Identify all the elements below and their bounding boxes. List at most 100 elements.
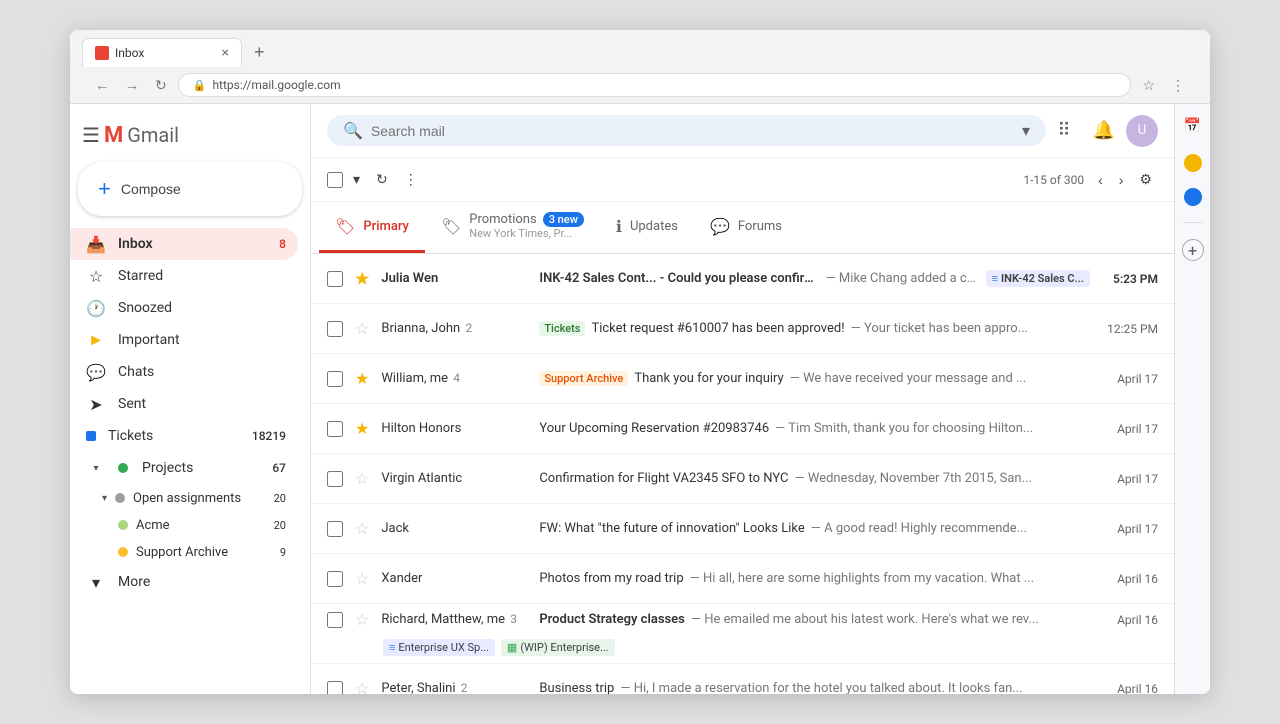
more-options-btn[interactable]: ⋮	[398, 166, 424, 193]
email-snippet: — Wednesday, November 7th 2015, San...	[794, 471, 1031, 486]
sidebar-item-support-archive[interactable]: Support Archive 9	[70, 538, 298, 566]
sidebar-item-sent[interactable]: ➤ Sent	[70, 388, 298, 420]
refresh-btn[interactable]: ↻	[370, 166, 394, 193]
tab-favicon	[95, 46, 109, 60]
email-snippet: — Tim Smith, thank you for choosing Hilt…	[775, 421, 1033, 436]
sidebar-item-acme[interactable]: Acme 20	[70, 512, 298, 538]
star-icon[interactable]: ☆	[355, 519, 369, 538]
sidebar-item-inbox[interactable]: 📥 Inbox 8	[70, 228, 298, 260]
email-checkbox[interactable]	[327, 271, 343, 287]
email-snippet: — Hi, I made a reservation for the hotel…	[620, 681, 1022, 694]
email-row[interactable]: ☆ Virgin Atlantic Confirmation for Fligh…	[311, 454, 1174, 504]
email-subject-area: Product Strategy classes — He emailed me…	[539, 612, 1090, 627]
email-time: April 16	[1098, 572, 1158, 586]
email-checkbox[interactable]	[327, 681, 343, 695]
prev-page-btn[interactable]: ‹	[1092, 167, 1109, 193]
calendar-icon[interactable]: 📅	[1181, 114, 1205, 138]
email-row[interactable]: ☆ Jack FW: What "the future of innovatio…	[311, 504, 1174, 554]
refresh-btn[interactable]: ↻	[150, 74, 172, 97]
select-all-checkbox[interactable]	[327, 172, 343, 188]
user-avatar[interactable]: U	[1126, 115, 1158, 147]
url-bar[interactable]: 🔒 https://mail.google.com	[178, 73, 1132, 97]
email-checkbox[interactable]	[327, 612, 343, 628]
tickets-icon	[86, 431, 96, 441]
email-checkbox[interactable]	[327, 521, 343, 537]
star-icon[interactable]: ★	[355, 269, 369, 288]
email-tag: Support Archive	[539, 371, 628, 386]
sidebar-item-snoozed[interactable]: 🕐 Snoozed	[70, 292, 298, 324]
mail-toolbar: ▾ ↻ ⋮ 1-15 of 300 ‹ › ⚙	[311, 158, 1174, 202]
search-bar[interactable]: 🔍 ▾	[327, 115, 1046, 146]
star-icon[interactable]: ☆	[355, 610, 369, 629]
settings-btn[interactable]: ⚙	[1133, 166, 1158, 193]
browser-menu-btn[interactable]: ⋮	[1166, 74, 1190, 97]
browser-tabs: Inbox × +	[82, 38, 1198, 67]
hamburger-menu[interactable]: ☰	[78, 119, 104, 152]
sidebar-item-projects[interactable]: ▾ Projects 67	[70, 452, 298, 484]
email-row[interactable]: ☆ Brianna, John 2 Tickets Ticket request…	[311, 304, 1174, 354]
browser-star-btn[interactable]: ☆	[1137, 74, 1160, 97]
tab-forums[interactable]: 💬 Forums	[694, 202, 798, 253]
next-page-btn[interactable]: ›	[1113, 167, 1130, 193]
chats-label: Chats	[118, 364, 286, 380]
email-snippet: — We have received your message and ...	[790, 371, 1027, 386]
gmail-app: ☰ M Gmail + Compose 📥 Inbox 8	[70, 104, 1210, 694]
compose-button[interactable]: + Compose	[78, 162, 302, 216]
sidebar-item-starred[interactable]: ☆ Starred	[70, 260, 298, 292]
active-tab[interactable]: Inbox ×	[82, 38, 242, 67]
email-checkbox[interactable]	[327, 421, 343, 437]
email-row[interactable]: ☆ Xander Photos from my road trip — Hi a…	[311, 554, 1174, 604]
browser-window: Inbox × + ← → ↻ 🔒 https://mail.google.co…	[70, 30, 1210, 694]
right-sidebar: 📅 +	[1174, 104, 1210, 694]
sidebar-item-important[interactable]: ► Important	[70, 324, 298, 356]
back-btn[interactable]: ←	[90, 74, 114, 96]
email-tag: Tickets	[539, 321, 585, 336]
star-icon[interactable]: ☆	[355, 469, 369, 488]
primary-tab-icon: 🏷	[335, 217, 355, 236]
search-input[interactable]	[371, 123, 1014, 139]
sidebar-item-open-assignments[interactable]: ▾ Open assignments 20	[70, 484, 298, 512]
email-snippet: — Hi all, here are some highlights from …	[690, 571, 1034, 586]
star-icon[interactable]: ★	[355, 419, 369, 438]
star-icon[interactable]: ☆	[355, 679, 369, 694]
tab-updates[interactable]: ℹ Updates	[600, 202, 694, 253]
email-subject: Ticket request #610007 has been approved…	[591, 321, 844, 336]
tab-promotions[interactable]: 🏷 Promotions 3 new New York Times, Pr...	[425, 202, 600, 253]
search-dropdown-icon[interactable]: ▾	[1022, 121, 1030, 140]
gmail-body: ☰ M Gmail + Compose 📥 Inbox 8	[70, 104, 1210, 694]
sidebar-item-tickets[interactable]: Tickets 18219	[70, 420, 298, 452]
forward-btn[interactable]: →	[120, 74, 144, 96]
email-row[interactable]: ★ Julia Wen INK-42 Sales Cont... - Could…	[311, 254, 1174, 304]
email-checkbox[interactable]	[327, 571, 343, 587]
email-row[interactable]: ☆ Peter, Shalini 2 Business trip — Hi, I…	[311, 664, 1174, 694]
star-icon[interactable]: ☆	[355, 569, 369, 588]
email-subject: Your Upcoming Reservation #20983746	[539, 421, 769, 436]
email-subject-area: FW: What "the future of innovation" Look…	[539, 521, 1090, 536]
select-dropdown-btn[interactable]: ▾	[347, 166, 366, 193]
keep-icon[interactable]	[1184, 188, 1202, 206]
star-icon[interactable]: ☆	[355, 319, 369, 338]
email-row[interactable]: ★ Hilton Honors Your Upcoming Reservatio…	[311, 404, 1174, 454]
sidebar-item-more[interactable]: ▾ More	[70, 566, 298, 598]
email-checkbox[interactable]	[327, 321, 343, 337]
email-subject-area: Tickets Ticket request #610007 has been …	[539, 321, 1090, 336]
new-tab-btn[interactable]: +	[246, 38, 273, 67]
email-checkbox[interactable]	[327, 471, 343, 487]
email-row[interactable]: ☆ Richard, Matthew, me 3 Product Strateg…	[311, 604, 1174, 664]
tasks-icon[interactable]	[1184, 154, 1202, 172]
projects-label: Projects	[142, 460, 254, 476]
add-sidebar-btn[interactable]: +	[1182, 239, 1204, 261]
apps-btn[interactable]: ⠿	[1046, 113, 1082, 149]
tab-primary[interactable]: 🏷 Primary	[319, 202, 425, 253]
updates-tab-icon: ℹ	[616, 217, 622, 236]
email-time: 12:25 PM	[1098, 322, 1158, 336]
pagination-text: 1-15 of 300	[1023, 173, 1084, 187]
email-row[interactable]: ★ William, me 4 Support Archive Thank yo…	[311, 354, 1174, 404]
tab-close-btn[interactable]: ×	[222, 45, 229, 61]
notifications-btn[interactable]: 🔔	[1086, 113, 1122, 149]
email-checkbox[interactable]	[327, 371, 343, 387]
starred-label: Starred	[118, 268, 286, 284]
sidebar-item-chats[interactable]: 💬 Chats	[70, 356, 298, 388]
star-icon[interactable]: ★	[355, 369, 369, 388]
compose-label: Compose	[121, 181, 181, 197]
